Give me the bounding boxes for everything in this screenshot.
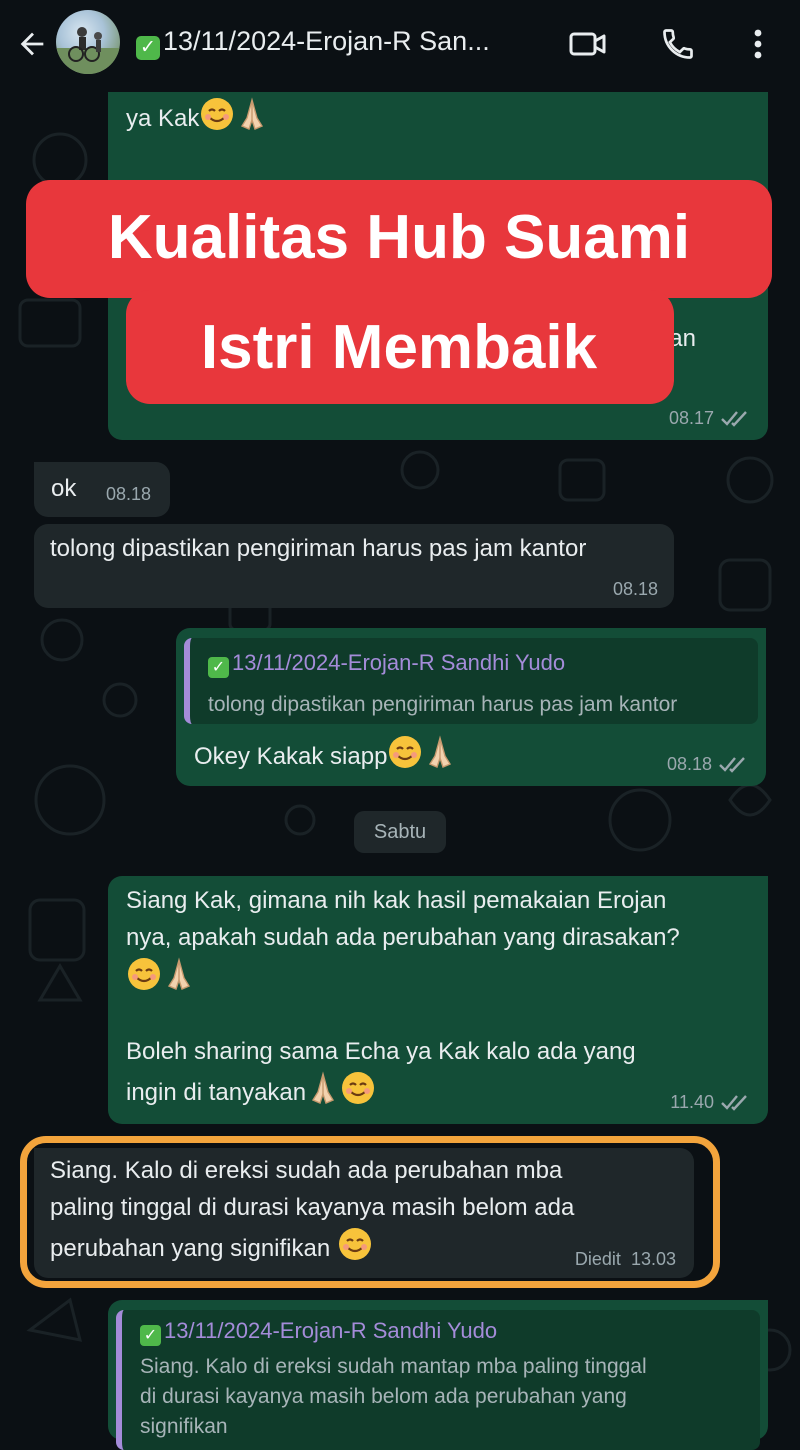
double-check-read-icon bbox=[718, 755, 748, 778]
contact-avatar[interactable] bbox=[56, 10, 120, 74]
message-line: Boleh sharing sama Echa ya Kak kalo ada … bbox=[126, 1038, 636, 1065]
quote-text: tolong dipastikan pengiriman harus pas j… bbox=[208, 693, 678, 716]
smiling-face-emoji-icon bbox=[340, 1070, 376, 1117]
quoted-message[interactable]: ✓ 13/11/2024-Erojan-R Sandhi Yudo Siang. … bbox=[116, 1310, 760, 1450]
message-bubble-incoming[interactable]: ok 08.18 bbox=[34, 462, 170, 517]
quote-line: Siang. Kalo di ereksi sudah mantap mba p… bbox=[140, 1355, 647, 1378]
message-text: ok bbox=[51, 475, 77, 502]
message-time: 08.18 bbox=[666, 754, 712, 774]
message-bubble-outgoing[interactable]: ✓ 13/11/2024-Erojan-R Sandhi Yudo Siang. … bbox=[108, 1300, 768, 1450]
folded-hands-emoji-icon bbox=[306, 1070, 340, 1117]
folded-hands-emoji-icon bbox=[235, 96, 269, 143]
chat-title[interactable]: ✓ 13/11/2024-Erojan-R San... bbox=[136, 26, 546, 62]
message-bubble-outgoing[interactable]: Siang Kak, gimana nih kak hasil pemakaia… bbox=[108, 876, 768, 1124]
message-bubble-outgoing[interactable]: ✓ 13/11/2024-Erojan-R Sandhi Yudo tolong … bbox=[176, 628, 766, 786]
more-vert-icon[interactable] bbox=[736, 22, 780, 66]
double-check-read-icon bbox=[720, 1093, 750, 1116]
double-check-read-icon bbox=[720, 409, 750, 432]
smiling-face-emoji-icon bbox=[199, 96, 235, 143]
video-call-icon[interactable] bbox=[566, 22, 610, 66]
folded-hands-emoji-icon bbox=[423, 734, 457, 781]
verified-check-icon: ✓ bbox=[136, 36, 160, 60]
message-text: ya Kak bbox=[126, 105, 200, 132]
message-text: Okey Kakak siapp bbox=[194, 743, 388, 770]
message-time: 11.40 bbox=[670, 1092, 714, 1112]
message-line: Siang Kak, gimana nih kak hasil pemakaia… bbox=[126, 887, 667, 914]
message-bubble-incoming[interactable]: tolong dipastikan pengiriman harus pas j… bbox=[34, 524, 674, 608]
verified-check-icon: ✓ bbox=[208, 657, 229, 678]
back-arrow-icon[interactable] bbox=[10, 22, 54, 66]
quote-line: di durasi kayanya masih belom ada peruba… bbox=[140, 1385, 627, 1408]
banner-line-2: Istri Membaik bbox=[200, 313, 598, 382]
date-divider: Sabtu bbox=[354, 811, 446, 853]
highlight-frame bbox=[20, 1136, 720, 1288]
chat-header: ✓ 13/11/2024-Erojan-R San... bbox=[0, 0, 800, 92]
message-time: 08.18 bbox=[612, 579, 658, 599]
quoted-message[interactable]: ✓ 13/11/2024-Erojan-R Sandhi Yudo tolong … bbox=[184, 638, 758, 724]
chat-title-text: 13/11/2024-Erojan-R San... bbox=[163, 26, 490, 56]
smiling-face-emoji-icon bbox=[387, 734, 423, 781]
phone-icon[interactable] bbox=[656, 22, 700, 66]
banner-line-1: Kualitas Hub Suami bbox=[107, 203, 691, 272]
message-text: tolong dipastikan pengiriman harus pas j… bbox=[50, 535, 587, 562]
message-time: 08.18 bbox=[106, 484, 152, 504]
message-line: nya, apakah sudah ada perubahan yang dir… bbox=[126, 924, 680, 951]
quote-line: signifikan bbox=[140, 1415, 228, 1438]
verified-check-icon: ✓ bbox=[140, 1325, 161, 1346]
message-time: 08.17 bbox=[668, 408, 714, 428]
smiling-face-emoji-icon bbox=[126, 956, 162, 1003]
quote-author: 13/11/2024-Erojan-R Sandhi Yudo bbox=[164, 1318, 498, 1343]
folded-hands-emoji-icon bbox=[162, 956, 196, 1003]
quote-author: 13/11/2024-Erojan-R Sandhi Yudo bbox=[232, 650, 566, 675]
message-line: ingin di tanyakan bbox=[126, 1079, 307, 1106]
title-banner: Kualitas Hub Suami Istri Membaik bbox=[26, 186, 772, 400]
